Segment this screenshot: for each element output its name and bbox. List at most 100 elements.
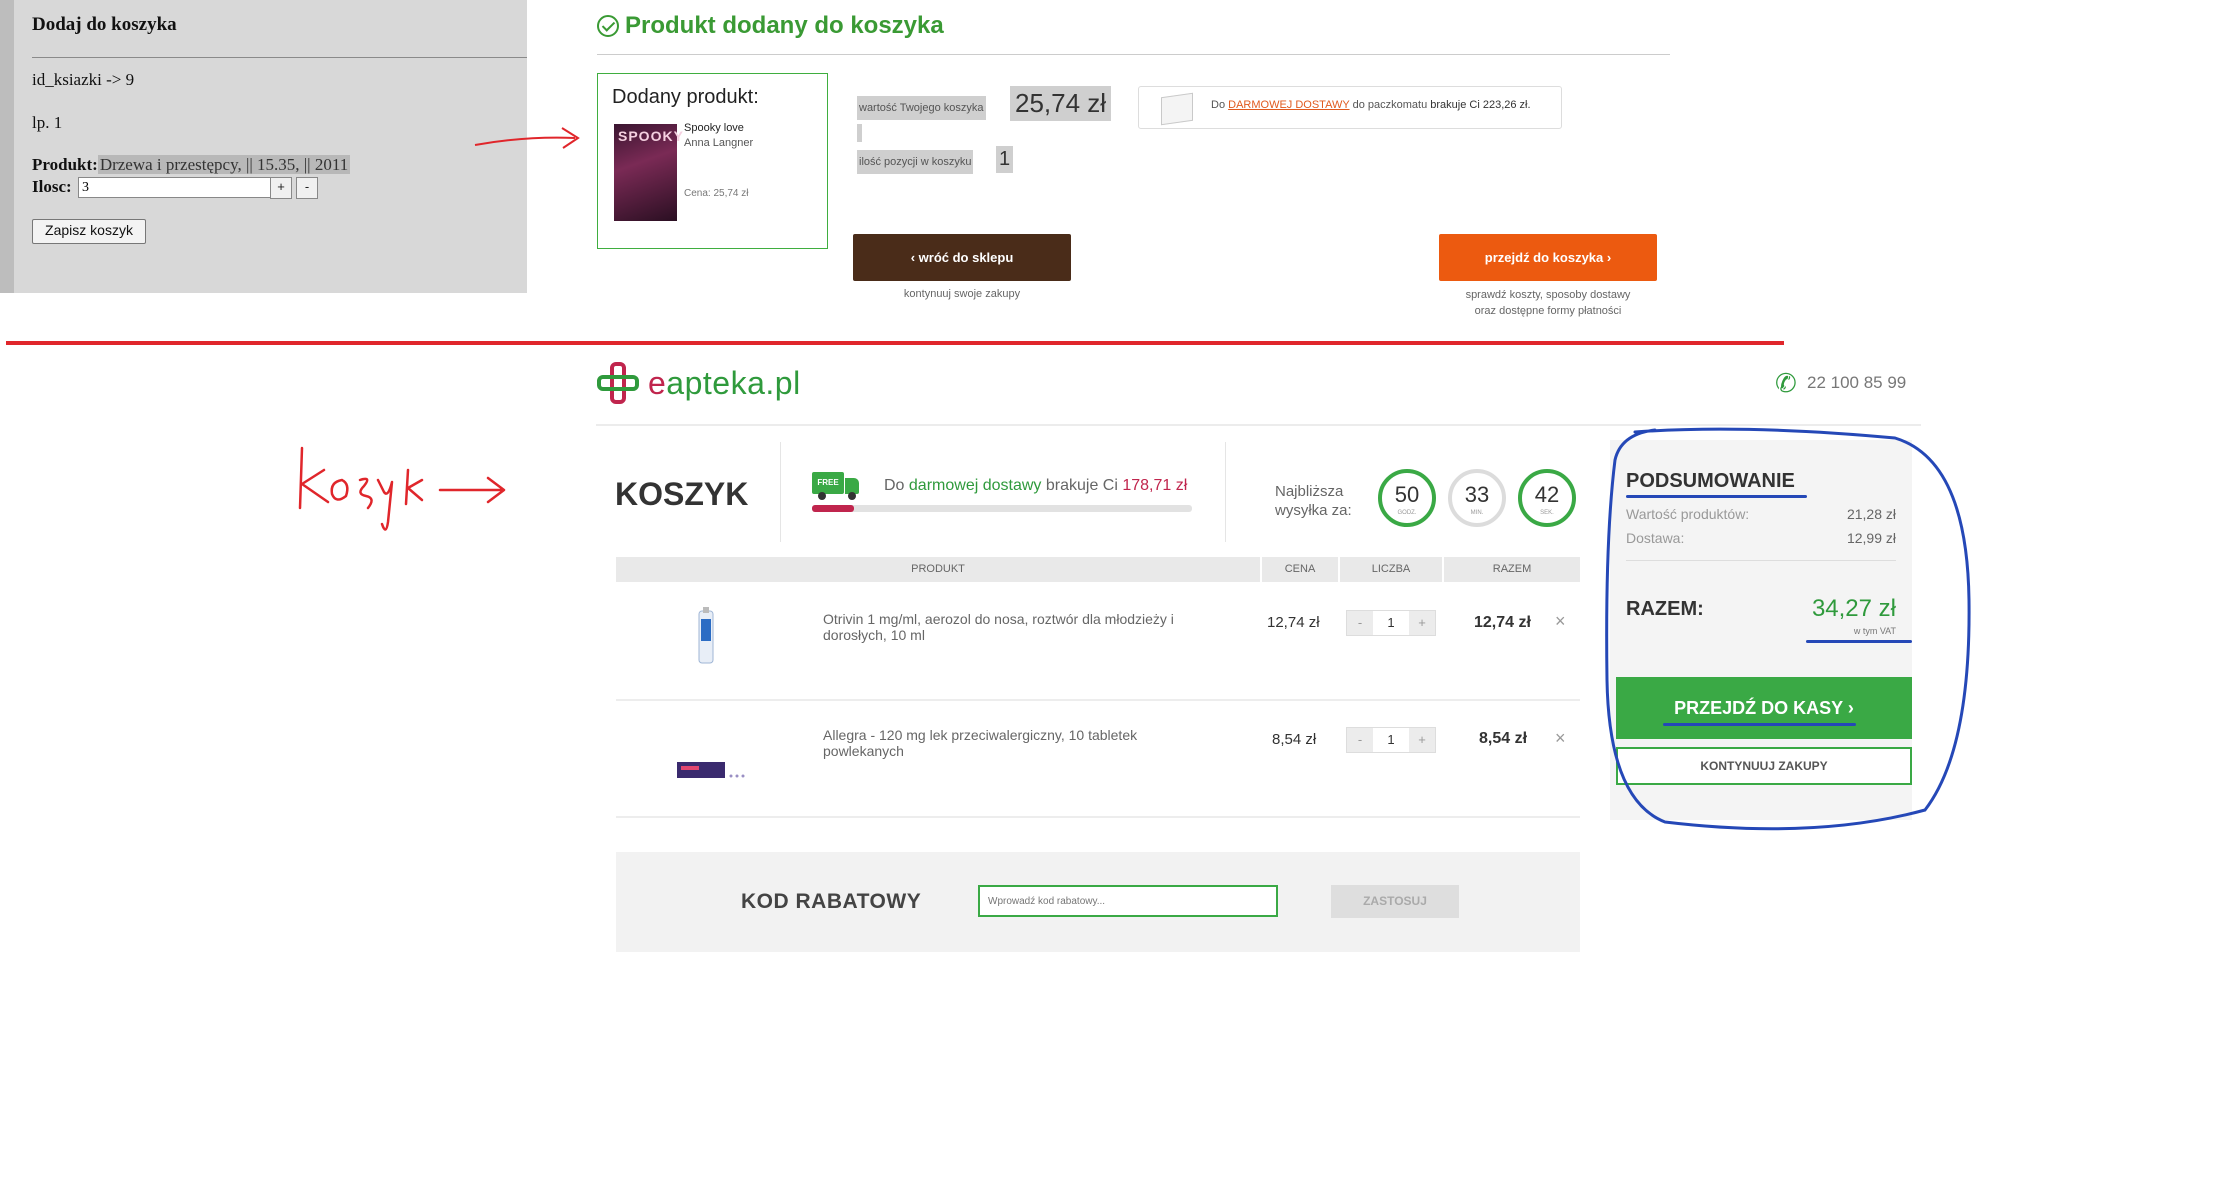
free-delivery-info: Do DARMOWEJ DOSTAWY do paczkomatu brakuj…: [1138, 86, 1562, 129]
free-delivery-text: Do DARMOWEJ DOSTAWY do paczkomatu brakuj…: [1211, 99, 1531, 111]
coupon-label: KOD RABATOWY: [741, 890, 922, 913]
delivery-truck-icon: FREE: [812, 472, 862, 502]
item-price: 12,74 zł: [1267, 614, 1320, 631]
timer-hours-value: 50: [1394, 482, 1420, 507]
qty-minus-button[interactable]: -: [296, 177, 318, 199]
save-cart-button[interactable]: Zapisz koszyk: [32, 219, 146, 244]
truck-label: FREE: [812, 472, 844, 494]
remove-item-icon[interactable]: ×: [1555, 611, 1566, 632]
phone-icon: ✆: [1775, 368, 1797, 398]
package-icon: [1161, 92, 1193, 126]
product-line: Produkt: Drzewa i przestępcy, || 15.35, |…: [32, 155, 351, 175]
added-product-box: Dodany produkt: SPOOKY Spooky love Anna …: [597, 73, 828, 249]
qty-value[interactable]: 1: [1373, 728, 1409, 752]
item-price: 8,54 zł: [1272, 731, 1317, 748]
shipping-progress-fill: [812, 505, 854, 512]
ship-middle: brakuje Ci: [1045, 477, 1118, 494]
qty-plus-button[interactable]: +: [270, 177, 292, 199]
qty-increase-button[interactable]: +: [1409, 611, 1435, 635]
col-product: PRODUKT: [911, 563, 965, 575]
coupon-section: KOD RABATOWY ZASTOSUJ: [616, 852, 1580, 952]
product-image-allegra[interactable]: [675, 756, 750, 782]
admin-left-border: [0, 0, 14, 293]
logo-rest: apteka.pl: [666, 364, 801, 401]
id-line: id_ksiazki -> 9: [32, 70, 135, 89]
col-qty: LICZBA: [1371, 563, 1411, 575]
shipping-progress-bar: [812, 505, 1192, 512]
product-author: Anna Langner: [684, 137, 754, 149]
product-image-otrivin[interactable]: [693, 607, 719, 667]
qty-value[interactable]: 1: [1373, 611, 1409, 635]
col-price: CENA: [1284, 563, 1316, 575]
cover-text: SPOOKY: [618, 128, 684, 144]
added-product-heading: Dodany produkt:: [612, 86, 759, 108]
free-suffix: brakuje Ci 223,26 zł.: [1430, 99, 1531, 111]
header-separator-2: [1225, 442, 1226, 542]
phone-number: 22 100 85 99: [1807, 373, 1907, 392]
free-middle: do paczkomatu: [1352, 99, 1428, 111]
remove-item-icon[interactable]: ×: [1555, 728, 1566, 749]
timer-hours-unit: GODZ.: [1397, 510, 1417, 516]
item-name[interactable]: Allegra - 120 mg lek przeciwalergiczny, …: [823, 727, 1183, 759]
admin-title: Dodaj do koszyka: [32, 14, 177, 35]
coupon-input[interactable]: [978, 885, 1278, 917]
item-name[interactable]: Otrivin 1 mg/ml, aerozol do nosa, roztwó…: [823, 611, 1223, 643]
nearest-shipping-label: Najbliższa wysyłka za:: [1275, 482, 1352, 520]
apply-coupon-button[interactable]: ZASTOSUJ: [1331, 885, 1459, 918]
qty-increase-button[interactable]: +: [1409, 728, 1435, 752]
phone-contact[interactable]: ✆ 22 100 85 99: [1775, 370, 1906, 396]
book-cover-image[interactable]: SPOOKY: [614, 124, 683, 221]
items-count-value: 1: [996, 146, 1014, 173]
timer-minutes: 33 MIN.: [1448, 469, 1506, 527]
timer-hours: 50 GODZ.: [1378, 469, 1436, 527]
item-qty-stepper[interactable]: - 1 +: [1346, 727, 1436, 753]
qty-decrease-button[interactable]: -: [1347, 611, 1373, 635]
timer-minutes-unit: MIN.: [1470, 510, 1484, 516]
qty-decrease-button[interactable]: -: [1347, 728, 1373, 752]
product-price: Cena: 25,74 zł: [684, 188, 749, 199]
back-to-shop-button[interactable]: ‹ wróć do sklepu: [853, 234, 1071, 281]
lp-line: lp. 1: [32, 113, 63, 132]
timer-seconds-unit: SEK.: [1540, 510, 1554, 516]
product-title[interactable]: Spooky love: [684, 122, 744, 134]
product-label: Produkt:: [32, 155, 98, 174]
item-qty-stepper[interactable]: - 1 +: [1346, 610, 1436, 636]
ship-link[interactable]: darmowej dostawy: [909, 477, 1042, 494]
free-prefix: Do: [1211, 99, 1226, 111]
red-arrow-annotation: [474, 127, 580, 149]
free-shipping-text: Do darmowej dostawy brakuje Ci 178,71 zł: [884, 477, 1187, 495]
admin-divider: [32, 57, 527, 58]
row-divider: [616, 816, 1580, 818]
logo-text: eapteka.pl: [648, 365, 801, 402]
cart-value-label: wartość Twojego koszyka: [857, 96, 986, 120]
timer-seconds-value: 42: [1534, 482, 1560, 507]
go-to-cart-button[interactable]: przejdź do koszyka ›: [1439, 234, 1657, 281]
go-to-cart-subtext: sprawdź koszty, sposoby dostawy oraz dos…: [1439, 287, 1657, 319]
popup-title-text: Produkt dodany do koszyka: [625, 12, 944, 39]
nearest-line-2: wysyłka za:: [1275, 502, 1352, 519]
logo-e: e: [648, 364, 667, 401]
popup-title: Produkt dodany do koszyka: [597, 12, 944, 40]
truck-wheel: [848, 492, 856, 500]
cart-title: KOSZYK: [615, 476, 749, 512]
ship-prefix: Do: [884, 477, 905, 494]
timer-seconds: 42 SEK.: [1518, 469, 1576, 527]
free-delivery-link[interactable]: DARMOWEJ DOSTAWY: [1228, 99, 1349, 111]
blue-circle-annotation: [1605, 427, 1971, 831]
cart-value: 25,74 zł: [1010, 86, 1112, 121]
red-divider-line: [6, 341, 1784, 345]
check-circle-icon: [597, 15, 619, 37]
popup-divider: [597, 54, 1670, 55]
eapteka-logo[interactable]: eapteka.pl: [596, 360, 801, 406]
back-to-shop-subtext: kontynuuj swoje zakupy: [903, 288, 1021, 300]
header-separator-1: [780, 442, 781, 542]
qty-input[interactable]: [78, 177, 271, 198]
go-to-cart-sub-1: sprawdź koszty, sposoby dostawy: [1465, 289, 1631, 301]
item-total: 12,74 zł: [1474, 614, 1531, 631]
nearest-line-1: Najbliższa: [1275, 483, 1344, 500]
item-total: 8,54 zł: [1479, 730, 1528, 747]
koszyk-handwritten-annotation: koszyk: [298, 446, 506, 531]
truck-wheel: [818, 492, 826, 500]
cart-table-header: PRODUKT CENA LICZBA RAZEM: [616, 557, 1580, 582]
admin-panel: Dodaj do koszyka id_ksiazki -> 9 lp. 1 P…: [0, 0, 527, 293]
